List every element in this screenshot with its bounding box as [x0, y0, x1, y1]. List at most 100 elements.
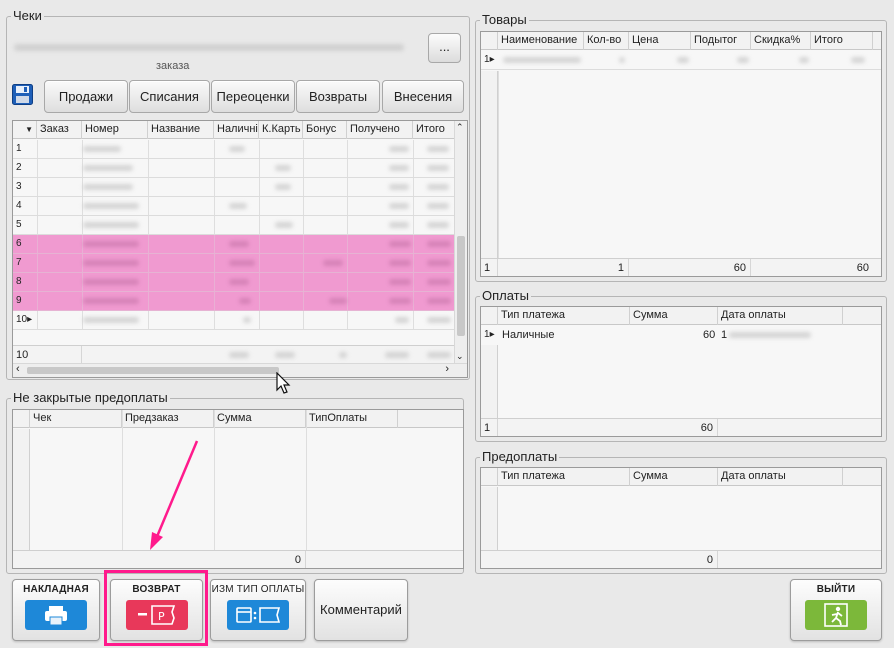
save-icon[interactable] — [12, 84, 33, 105]
goods-grid-footer: 1 1 60 60 — [481, 258, 881, 276]
invoice-button[interactable]: НАКЛАДНАЯ — [12, 579, 100, 641]
col-prepay-type[interactable]: Тип платежа — [498, 468, 630, 486]
comment-button[interactable]: Комментарий — [314, 579, 408, 641]
grid-line — [347, 197, 348, 215]
exit-icon — [805, 600, 867, 630]
grid-line — [214, 311, 215, 329]
tab-returns[interactable]: Возвраты — [296, 80, 380, 113]
col-order[interactable]: Заказ — [37, 121, 82, 139]
redacted-value — [229, 260, 255, 266]
grid-line — [259, 254, 260, 272]
checks-grid-footer: 10 — [13, 345, 454, 364]
check-row[interactable]: 2 — [13, 159, 454, 178]
grid-line — [37, 140, 38, 158]
check-row[interactable]: 7 — [13, 254, 454, 273]
payments-grid-footer: 1 60 — [481, 418, 881, 436]
exit-button[interactable]: ВЫЙТИ — [790, 579, 882, 641]
redacted-value — [329, 298, 347, 304]
check-row-number: 5 — [16, 219, 22, 230]
scroll-left-icon[interactable]: ‹ — [16, 363, 20, 375]
grid-line — [148, 159, 149, 177]
grid-line — [214, 292, 215, 310]
col-card[interactable]: К.Карть — [259, 121, 303, 139]
check-row[interactable]: 10▸ — [13, 311, 454, 330]
redacted-value — [427, 184, 449, 190]
check-row[interactable]: 5 — [13, 216, 454, 235]
grid-line — [259, 235, 260, 253]
grid-line — [413, 254, 414, 272]
checks-vertical-thumb[interactable] — [457, 236, 465, 336]
goods-footer-row-count: 1 — [484, 262, 491, 274]
redacted-value — [83, 222, 139, 228]
check-row[interactable]: 3 — [13, 178, 454, 197]
col-name[interactable]: Название — [148, 121, 214, 139]
col-payment-type[interactable]: ТипОплаты — [306, 410, 398, 428]
redacted-value — [83, 317, 139, 323]
col-pay-sum[interactable]: Сумма — [630, 307, 718, 325]
check-row[interactable]: 4 — [13, 197, 454, 216]
tab-deposits[interactable]: Внесения — [382, 80, 464, 113]
col-number[interactable]: Номер — [82, 121, 148, 139]
grid-line — [148, 197, 149, 215]
payments-row[interactable]: 1▸ Наличные 60 1 — [481, 326, 881, 345]
check-row[interactable]: 1 — [13, 140, 454, 159]
goods-footer-total: 60 — [856, 262, 869, 274]
checks-footer-count: 10 — [13, 346, 82, 364]
col-subtotal[interactable]: Подытог — [691, 32, 751, 50]
more-button[interactable]: ... — [428, 33, 461, 63]
col-name-label: Название — [151, 123, 201, 135]
check-row[interactable]: 6 — [13, 235, 454, 254]
col-total[interactable]: Итого — [413, 121, 455, 139]
col-sum-label: Сумма — [217, 412, 252, 424]
open-prepayments-header: Чек Предзаказ Сумма ТипОплаты — [13, 410, 463, 428]
col-pay-sum-label: Сумма — [633, 309, 668, 321]
col-sum[interactable]: Сумма — [214, 410, 306, 428]
check-row[interactable]: 8 — [13, 273, 454, 292]
scroll-down-icon[interactable]: ⌄ — [456, 351, 464, 362]
change-payment-type-button[interactable]: ИЗМ ТИП ОПЛАТЫ — [210, 579, 306, 641]
sort-indicator-icon: ▼ — [13, 121, 37, 139]
col-pay-type-label: Тип платежа — [501, 309, 566, 321]
grid-line — [148, 140, 149, 158]
col-prepay-sum[interactable]: Сумма — [630, 468, 718, 486]
col-item-total[interactable]: Итого — [811, 32, 873, 50]
col-prepay-date[interactable]: Дата оплаты — [718, 468, 843, 486]
goods-row[interactable]: 1▸ — [481, 51, 881, 70]
col-cash[interactable]: Наличні — [214, 121, 259, 139]
grid-line — [37, 254, 38, 272]
col-number-label: Номер — [85, 123, 119, 135]
col-preorder[interactable]: Предзаказ — [122, 410, 214, 428]
open-prepayments-title: Не закрытые предоплаты — [11, 390, 170, 405]
grid-line — [214, 216, 215, 234]
redacted-value — [389, 241, 411, 247]
col-bonus-label: Бонус — [306, 123, 337, 135]
grid-line — [148, 273, 149, 291]
redacted-value — [389, 222, 409, 228]
checks-horizontal-thumb[interactable] — [27, 367, 279, 374]
redacted-value — [229, 279, 249, 285]
col-total-label: Итого — [416, 123, 445, 135]
grid-line — [347, 311, 348, 329]
col-bonus[interactable]: Бонус — [303, 121, 347, 139]
checks-horizontal-scrollbar[interactable]: ‹ › — [13, 363, 467, 377]
col-price[interactable]: Цена — [629, 32, 691, 50]
col-discount[interactable]: Скидка% — [751, 32, 811, 50]
grid-line — [214, 140, 215, 158]
col-received[interactable]: Получено — [347, 121, 413, 139]
col-pay-type[interactable]: Тип платежа — [498, 307, 630, 325]
scroll-up-icon[interactable]: ⌃ — [456, 122, 464, 133]
redacted-value — [389, 146, 409, 152]
check-row[interactable]: 9 — [13, 292, 454, 311]
redacted-value — [427, 222, 449, 228]
tab-writeoffs[interactable]: Списания — [129, 80, 210, 113]
col-subtotal-label: Подытог — [694, 34, 738, 46]
checks-vertical-scrollbar[interactable]: ⌃ ⌄ — [454, 121, 467, 363]
col-check[interactable]: Чек — [30, 410, 122, 428]
tab-sales[interactable]: Продажи — [44, 80, 128, 113]
tab-revaluations-label: Переоценки — [216, 89, 290, 104]
col-item-name[interactable]: Наименование — [498, 32, 584, 50]
col-pay-date[interactable]: Дата оплаты — [718, 307, 843, 325]
col-qty[interactable]: Кол-во — [584, 32, 629, 50]
scroll-right-icon[interactable]: › — [445, 363, 449, 375]
tab-revaluations[interactable]: Переоценки — [211, 80, 295, 113]
